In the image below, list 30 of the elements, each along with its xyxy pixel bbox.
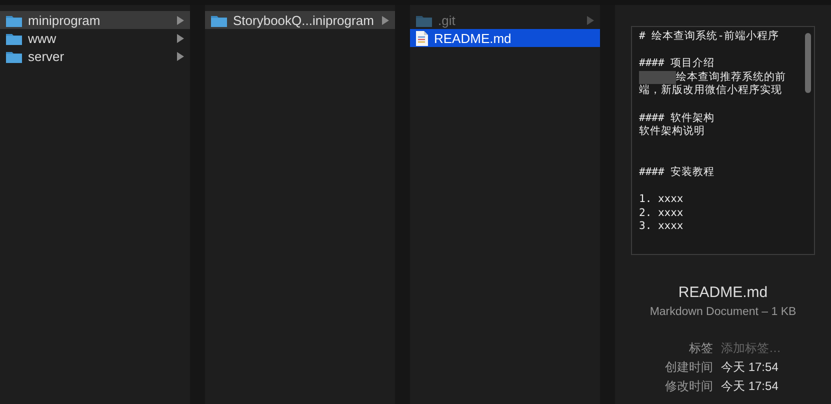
preview-line: 1. xxxx [639,193,684,206]
field-label: 修改时间 [665,378,713,395]
field-label: 标签 [688,340,713,357]
folder-icon [6,50,22,62]
file-list-item[interactable]: README.md [410,29,600,47]
preview-line: 端，新版改用微信小程序实现 [639,84,782,96]
preview-line: #### 项目介绍 [639,57,715,70]
file-list-item[interactable]: www [0,29,190,47]
preview-line: # 绘本查询系统-前端小程序 [639,30,779,42]
preview-line: 软件架构说明 [639,125,705,138]
file-list-item[interactable]: StorybookQ...iniprogram [205,11,395,29]
file-list-item[interactable]: server [0,47,190,65]
file-kind: Markdown Document – 1 KB [650,306,796,318]
file-name: README.md [678,284,768,301]
folder-icon [211,14,227,26]
preview-line: 3. xxxx [639,220,684,232]
file-list-item[interactable]: miniprogram [0,11,190,29]
folder-icon [6,32,22,44]
preview-line: #### 安装教程 [639,166,715,178]
folder-icon [416,14,432,26]
scrollbar-thumb[interactable] [805,33,811,93]
preview-line: #### 软件架构 [639,112,715,124]
file-list-item[interactable]: .git [410,11,600,29]
preview-line: 绘本查询推荐系统的前 [676,70,786,83]
field-value: 今天 17:54 [721,378,780,395]
preview-line: 2. xxxx [639,206,684,219]
document-icon [416,30,428,46]
folder-icon [6,14,22,26]
field-value: 今天 17:54 [721,359,780,376]
field-label: 创建时间 [665,359,713,376]
